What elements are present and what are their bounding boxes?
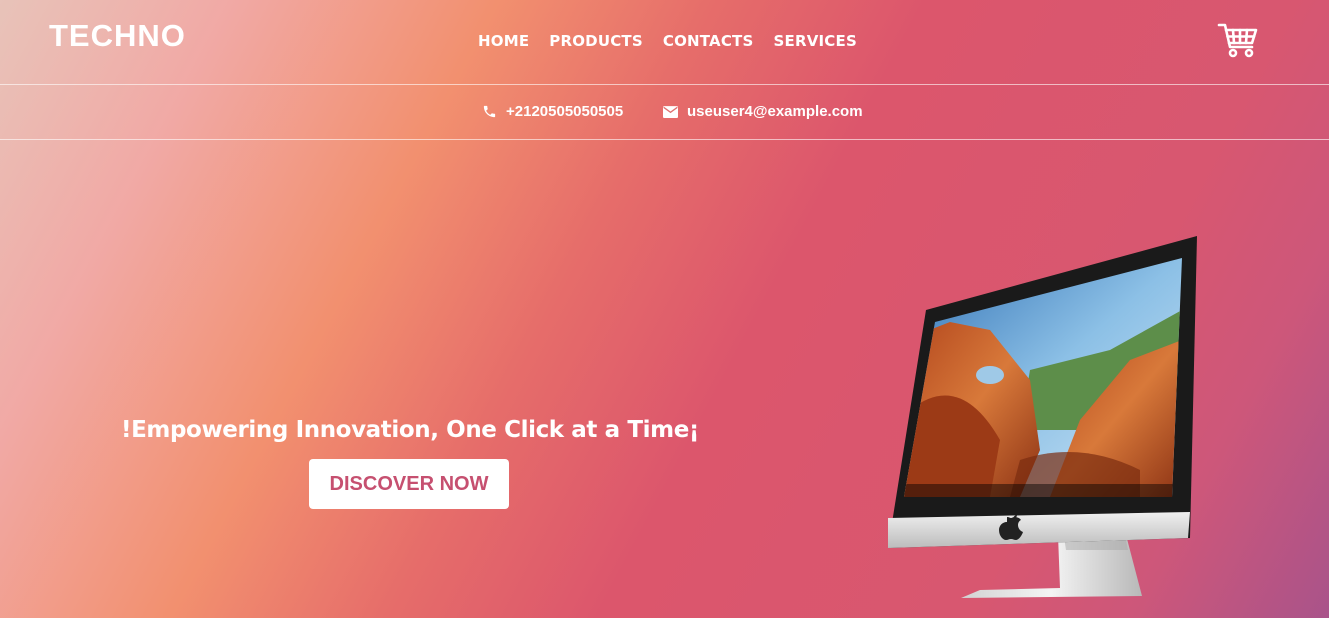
envelope-icon (663, 105, 678, 118)
top-navigation-bar: TECHNO HOME PRODUCTS CONTACTS SERVICES (0, 0, 1329, 85)
phone-icon (482, 104, 497, 119)
contact-bar: +2120505050505 useuser4@example.com (0, 85, 1329, 140)
nav-services-link[interactable]: SERVICES (774, 32, 857, 50)
nav-contacts-link[interactable]: CONTACTS (663, 32, 754, 50)
imac-computer-image (880, 230, 1210, 605)
email-address: useuser4@example.com (687, 103, 863, 120)
nav-products-link[interactable]: PRODUCTS (549, 32, 643, 50)
discover-now-button[interactable]: DISCOVER NOW (309, 459, 509, 509)
shopping-cart-icon[interactable] (1217, 22, 1259, 60)
contact-email[interactable]: useuser4@example.com (663, 103, 863, 120)
hero-title: !Empowering Innovation, One Click at a T… (121, 417, 699, 444)
nav-home-link[interactable]: HOME (478, 32, 529, 50)
phone-number: +2120505050505 (506, 103, 624, 120)
contact-phone[interactable]: +2120505050505 (482, 103, 623, 120)
brand-logo[interactable]: TECHNO (49, 18, 186, 54)
main-nav: HOME PRODUCTS CONTACTS SERVICES (478, 32, 857, 50)
